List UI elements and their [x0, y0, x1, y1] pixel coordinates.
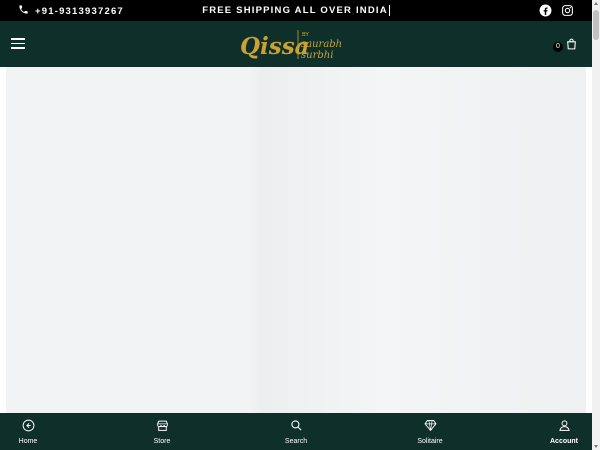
nav-store-label: Store	[153, 437, 171, 445]
announcement-bar: +91-9313937267 FREE SHIPPING ALL OVER IN…	[0, 0, 592, 21]
page-scrollbar[interactable]	[592, 0, 600, 450]
nav-search-label: Search	[284, 437, 308, 445]
qissa-logo[interactable]: Qissa BY saurabh surbhi	[238, 25, 348, 63]
nav-home[interactable]: Home	[8, 419, 48, 445]
nav-search[interactable]: Search	[276, 419, 316, 445]
cart-count-badge: 0	[553, 41, 563, 52]
svg-text:BY: BY	[302, 32, 309, 38]
hero-banner[interactable]	[6, 67, 586, 413]
back-circle-icon	[22, 419, 35, 434]
nav-solitaire-label: Solitaire	[417, 437, 443, 445]
diamond-icon	[423, 419, 437, 434]
svg-text:Qissa: Qissa	[240, 33, 310, 60]
svg-text:saurabh: saurabh	[301, 39, 342, 50]
nav-home-label: Home	[18, 437, 38, 445]
nav-account[interactable]: Account	[544, 419, 584, 445]
hamburger-menu-icon[interactable]	[11, 38, 25, 50]
search-icon	[290, 419, 303, 434]
shopping-bag-icon	[565, 37, 578, 56]
nav-solitaire[interactable]: Solitaire	[410, 419, 450, 445]
scrollbar-thumb[interactable]	[593, 10, 599, 40]
facebook-icon[interactable]	[539, 4, 552, 17]
scroll-up-arrow-icon[interactable]	[594, 2, 598, 5]
nav-store[interactable]: Store	[142, 419, 182, 445]
scroll-down-arrow-icon[interactable]	[594, 445, 598, 448]
shipping-message: FREE SHIPPING ALL OVER INDIA	[202, 5, 390, 17]
cart-button[interactable]: 0	[553, 37, 578, 56]
social-links	[539, 4, 574, 17]
store-icon	[156, 419, 169, 434]
site-header: Qissa BY saurabh surbhi 0	[0, 21, 592, 67]
instagram-icon[interactable]	[561, 4, 574, 17]
nav-account-label: Account	[550, 437, 578, 445]
bottom-navigation: Home Store Search Solitaire Account	[0, 413, 592, 450]
svg-text:surbhi: surbhi	[301, 50, 333, 61]
user-icon	[558, 419, 571, 434]
